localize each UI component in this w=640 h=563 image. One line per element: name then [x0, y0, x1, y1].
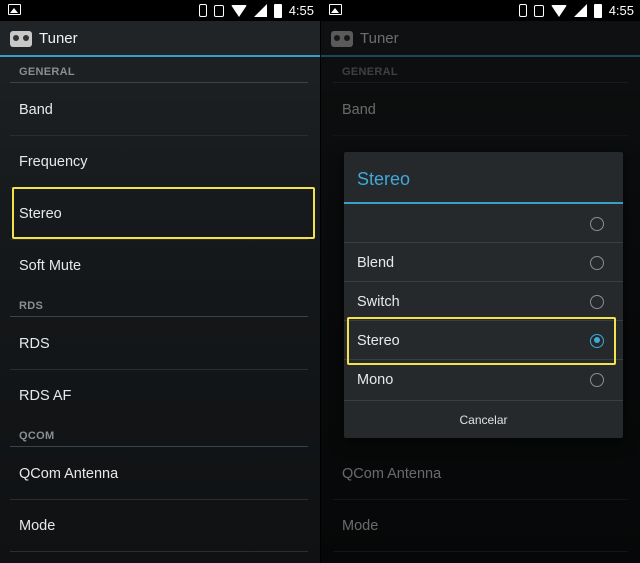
phone-icon — [198, 4, 207, 17]
settings-item-label: RDS AF — [19, 388, 72, 404]
category-qcom: QCOM — [19, 430, 55, 442]
option-label: Switch — [357, 293, 400, 310]
option-label: Blend — [357, 254, 395, 271]
dialog-title: Stereo — [357, 169, 411, 189]
settings-item-soft-mute[interactable]: Soft Mute — [10, 240, 308, 292]
image-notification-icon — [329, 4, 342, 15]
image-notification-icon — [8, 4, 21, 15]
settings-item-frequency[interactable]: Frequency — [10, 136, 308, 188]
dialog-option-mono[interactable]: Mono — [344, 360, 623, 399]
signal-icon — [573, 4, 587, 17]
battery-icon — [273, 3, 282, 18]
category-general: GENERAL — [19, 66, 75, 78]
phone-icon — [518, 4, 527, 17]
stereo-dialog: Stereo Blend Switch Stereo Mono Cancelar — [344, 152, 623, 438]
category-divider — [10, 316, 308, 317]
action-bar: Tuner — [0, 21, 320, 57]
category-divider — [10, 446, 308, 447]
settings-item-label: Soft Mute — [19, 258, 82, 274]
settings-item-label: Band — [19, 102, 53, 118]
wifi-icon — [230, 4, 247, 17]
dialog-option-blank[interactable] — [344, 204, 623, 243]
radio-button[interactable] — [590, 216, 604, 231]
radio-button[interactable] — [590, 294, 604, 309]
radio-app-icon[interactable] — [10, 31, 32, 47]
category-rds: RDS — [19, 300, 44, 312]
settings-item-label: RDS — [19, 336, 50, 352]
settings-item-label: QCom Antenna — [19, 466, 119, 482]
settings-screen-right: 4:55 Tuner GENERAL Band QCom Antenna Mod… — [321, 0, 640, 563]
status-bar: 4:55 — [321, 0, 640, 21]
dialog-option-switch[interactable]: Switch — [344, 282, 623, 321]
signal-icon — [253, 4, 267, 17]
radio-button[interactable] — [590, 372, 604, 387]
status-bar: 4:55 — [0, 0, 320, 21]
settings-item-band[interactable]: Band — [10, 84, 308, 136]
wifi-icon — [550, 4, 567, 17]
cancel-button[interactable]: Cancelar — [344, 400, 623, 438]
dialog-option-blend[interactable]: Blend — [344, 243, 623, 282]
option-label: Mono — [357, 371, 394, 388]
radio-button[interactable] — [590, 255, 604, 270]
category-divider — [10, 82, 308, 83]
stereo-option-highlight-box — [347, 317, 616, 365]
vibrate-icon — [533, 4, 544, 17]
settings-item-qcom-antenna[interactable]: QCom Antenna — [10, 448, 308, 500]
cancel-button-label: Cancelar — [459, 412, 508, 427]
settings-item-rds[interactable]: RDS — [10, 318, 308, 370]
settings-item-rds-af[interactable]: RDS AF — [10, 370, 308, 422]
settings-item-label: Mode — [19, 518, 56, 534]
settings-item-label: Frequency — [19, 154, 88, 170]
settings-item-mode[interactable]: Mode — [10, 500, 308, 552]
clock: 4:55 — [288, 3, 314, 18]
app-title: Tuner — [39, 30, 78, 47]
settings-screen-left: 4:55 Tuner GENERAL Band Frequency Stereo… — [0, 0, 320, 563]
vibrate-icon — [213, 4, 224, 17]
stereo-highlight-box — [12, 187, 315, 239]
battery-icon — [593, 3, 602, 18]
clock: 4:55 — [608, 3, 634, 18]
